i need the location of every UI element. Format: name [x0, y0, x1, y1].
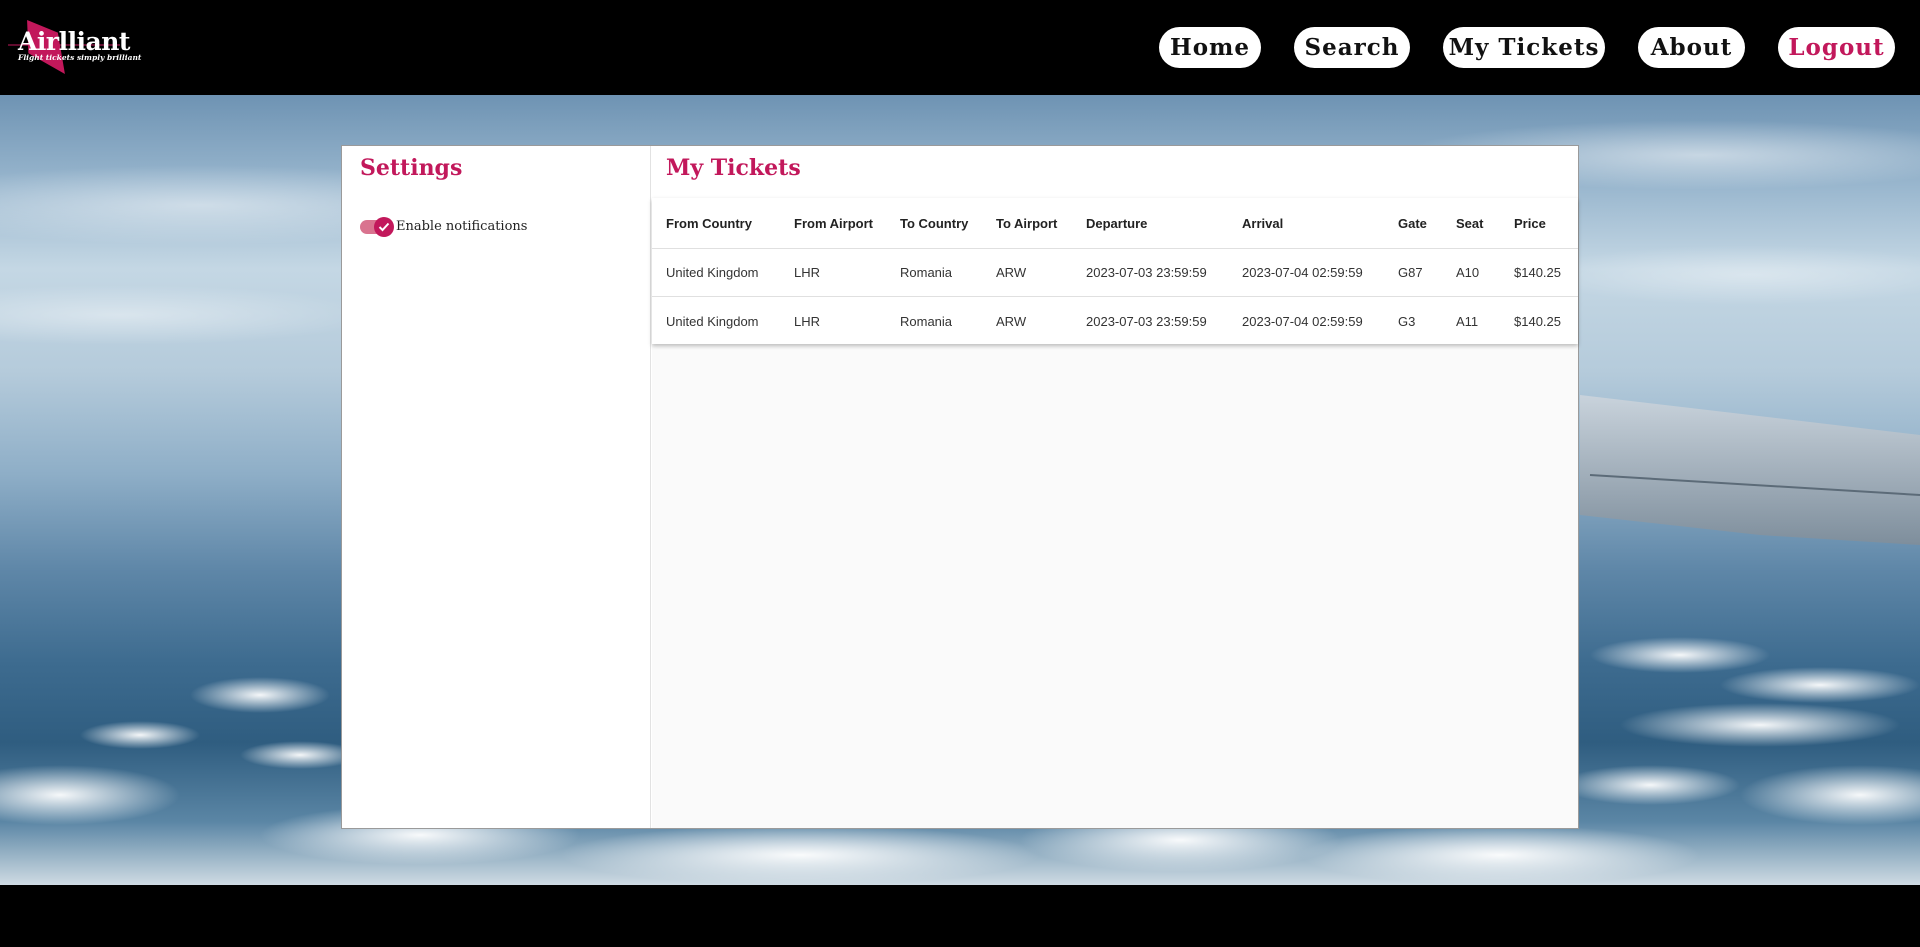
table-cell: ARW	[996, 265, 1027, 280]
toggle-thumb	[374, 217, 394, 237]
table-cell: ARW	[996, 313, 1027, 329]
column-header: To Country	[900, 215, 969, 231]
table-cell: G3	[1398, 313, 1416, 329]
nav-about-button[interactable]: About	[1638, 27, 1745, 68]
column-header: Departure	[1086, 215, 1148, 231]
table-cell: 2023-07-03 23:59:59	[1086, 265, 1207, 280]
column-header: From Airport	[794, 215, 873, 231]
table-cell: United Kingdom	[666, 265, 759, 280]
table-cell: G87	[1398, 265, 1423, 280]
notifications-label: Enable notifications	[396, 219, 528, 234]
top-navigation-bar: Airlliant Flight tickets simply brillian…	[0, 0, 1920, 95]
column-header: Seat	[1456, 215, 1484, 231]
table-cell: LHR	[794, 313, 821, 329]
column-header: Price	[1514, 215, 1546, 231]
column-header: From Country	[666, 215, 752, 231]
table-cell: A11	[1456, 313, 1479, 329]
tickets-title: My Tickets	[666, 155, 801, 181]
table-cell: Romania	[900, 313, 953, 329]
brand-name: Airlliant	[18, 27, 130, 56]
settings-title: Settings	[360, 155, 463, 181]
account-panel: Settings Enable notifications My Tickets…	[341, 145, 1579, 829]
nav-logout-button[interactable]: Logout	[1778, 27, 1895, 68]
column-header: To Airport	[996, 215, 1058, 231]
table-cell: 2023-07-04 02:59:59	[1242, 313, 1363, 329]
notifications-toggle[interactable]	[360, 217, 394, 237]
settings-panel: Settings Enable notifications	[342, 146, 651, 828]
table-cell: A10	[1456, 265, 1480, 280]
table-row[interactable]: United Kingdom LHR Romania ARW 2023-07-0…	[652, 249, 1578, 297]
airlliant-logo[interactable]: Airlliant Flight tickets simply brillian…	[6, 12, 141, 82]
nav-home-button[interactable]: Home	[1159, 27, 1261, 68]
table-row[interactable]: United Kingdom LHR Romania ARW 2023-07-0…	[652, 297, 1578, 345]
brand-tagline: Flight tickets simply brilliant	[18, 53, 142, 62]
table-header-row: From Country From Airport To Country To …	[652, 198, 1578, 249]
table-cell: Romania	[900, 265, 953, 280]
my-tickets-panel: My Tickets From Country From Airport To …	[652, 146, 1578, 828]
column-header: Arrival	[1242, 215, 1284, 231]
table-cell: 2023-07-04 02:59:59	[1242, 265, 1363, 280]
footer-bar	[0, 885, 1920, 947]
nav-my-tickets-button[interactable]: My Tickets	[1443, 27, 1605, 68]
table-cell: $140.25	[1514, 313, 1561, 329]
table-cell: $140.25	[1514, 265, 1561, 280]
column-header: Gate	[1398, 215, 1427, 231]
table-cell: United Kingdom	[666, 313, 759, 329]
nav-search-button[interactable]: Search	[1294, 27, 1410, 68]
table-cell: LHR	[794, 265, 821, 280]
checkmark-icon	[378, 222, 390, 232]
tickets-header: My Tickets	[652, 146, 1578, 198]
table-cell: 2023-07-03 23:59:59	[1086, 313, 1207, 329]
tickets-table: From Country From Airport To Country To …	[652, 198, 1578, 344]
